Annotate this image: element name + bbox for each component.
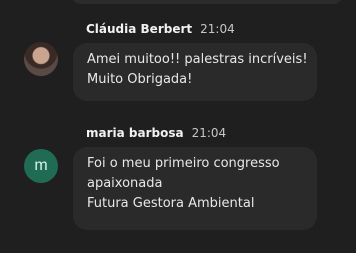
message-bubble[interactable]: Amei muitoo!! palestras incríveis! Muito… <box>73 43 317 101</box>
chat-thread: Cláudia Berbert 21:04 Amei muitoo!! pale… <box>0 0 356 253</box>
previous-message-bubble-edge <box>72 0 342 4</box>
message-line: apaixonada <box>87 176 163 191</box>
sender-name[interactable]: maria barbosa <box>86 126 184 140</box>
message-line: Muito Obrigada! <box>87 72 193 87</box>
sender-name[interactable]: Cláudia Berbert <box>86 22 192 36</box>
avatar[interactable] <box>24 42 58 76</box>
message-header: maria barbosa 21:04 <box>86 126 226 140</box>
message-time: 21:04 <box>200 22 235 36</box>
message-line: Foi o meu primeiro congresso <box>87 156 280 171</box>
message-header: Cláudia Berbert 21:04 <box>86 22 235 36</box>
avatar-letter: m <box>34 157 48 174</box>
message-line: Futura Gestora Ambiental <box>87 196 255 211</box>
avatar[interactable]: m <box>24 149 58 183</box>
message-bubble[interactable]: Foi o meu primeiro congresso apaixonada … <box>73 147 317 230</box>
message-time: 21:04 <box>191 126 227 140</box>
message-line: Amei muitoo!! palestras incríveis! <box>87 52 308 67</box>
